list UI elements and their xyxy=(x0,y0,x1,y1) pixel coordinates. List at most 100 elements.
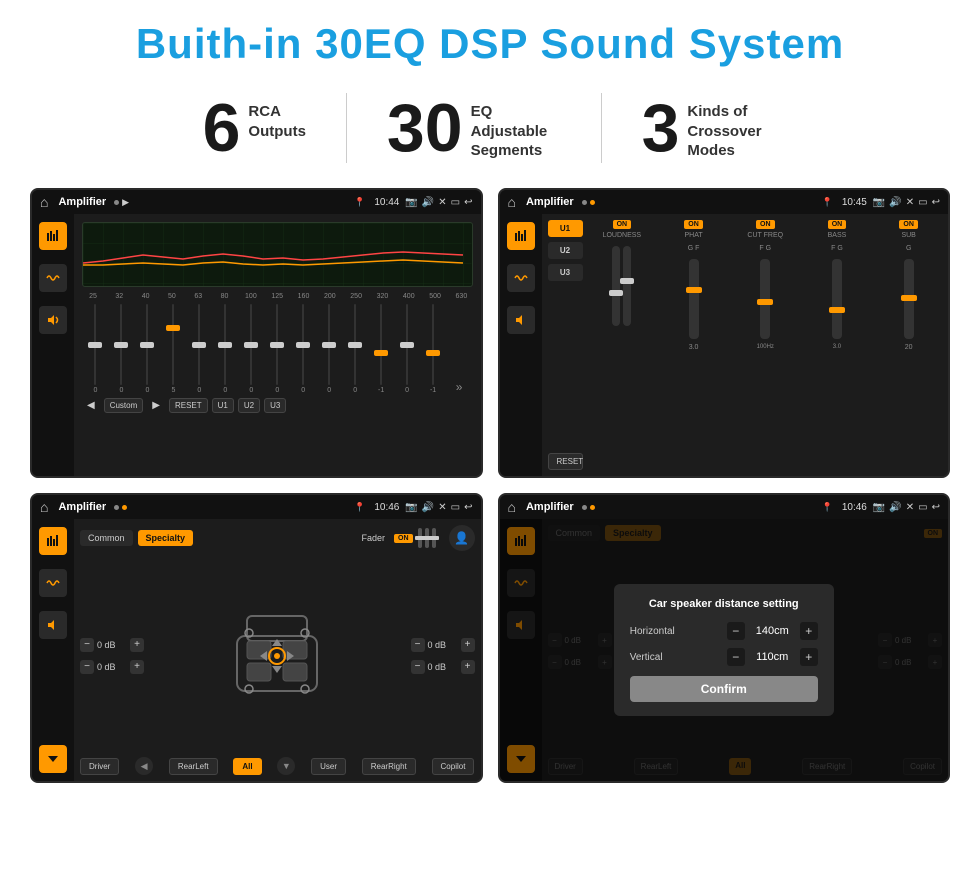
back-icon[interactable]: ↩ xyxy=(464,197,472,208)
amp-sub-on[interactable]: ON xyxy=(899,220,918,229)
cs-db-tr: 0 dB xyxy=(428,640,458,650)
eq-slider-7[interactable]: 0 xyxy=(240,304,263,394)
dialog-screen-title: Amplifier xyxy=(526,501,574,513)
cs-driver-btn[interactable]: Driver xyxy=(80,758,119,775)
cs-close-icon[interactable]: ✕ xyxy=(438,502,446,513)
dialog-vertical-minus[interactable]: − xyxy=(727,648,745,666)
amp-phat-on[interactable]: ON xyxy=(684,220,703,229)
eq-slider-11[interactable]: 0 xyxy=(344,304,367,394)
cs-minimize-icon[interactable]: ▭ xyxy=(451,502,460,513)
cs-sidebar-speaker[interactable] xyxy=(39,611,67,639)
dialog-confirm-button[interactable]: Confirm xyxy=(630,676,818,702)
minimize-icon[interactable]: ▭ xyxy=(451,197,460,208)
cs-plus-tr[interactable]: + xyxy=(461,638,475,652)
freq-125: 125 xyxy=(268,293,286,300)
avatar-icon[interactable]: 👤 xyxy=(449,525,475,551)
cs-specialty-tab[interactable]: Specialty xyxy=(138,530,194,546)
cs-plus-tl[interactable]: + xyxy=(130,638,144,652)
eq-u2-btn[interactable]: U2 xyxy=(238,398,260,413)
dialog-dot-1 xyxy=(582,505,587,510)
amp-u2-btn[interactable]: U2 xyxy=(548,242,583,259)
eq-status-bar: ⌂ Amplifier ▶ 📍 10:44 📷 🔊 ✕ ▭ ↩ xyxy=(32,190,481,214)
eq-play-btn[interactable]: ▶ xyxy=(147,398,165,413)
amp-reset-btn[interactable]: RESET xyxy=(548,453,583,470)
amp-loudness-on[interactable]: ON xyxy=(613,220,632,229)
cs-on-badge[interactable]: ON xyxy=(394,534,413,543)
eq-slider-6[interactable]: 0 xyxy=(214,304,237,394)
amp-cutfreq-g: G xyxy=(766,245,771,252)
eq-bottom-row: ◀ Custom ▶ RESET U1 U2 U3 xyxy=(82,398,473,413)
close-icon[interactable]: ✕ xyxy=(438,197,446,208)
amp-sidebar-wave[interactable] xyxy=(507,264,535,292)
cs-minus-tl[interactable]: − xyxy=(80,638,94,652)
eq-sidebar-icon-eq[interactable] xyxy=(39,222,67,250)
home-icon[interactable]: ⌂ xyxy=(40,194,48,210)
dialog-back-icon[interactable]: ↩ xyxy=(932,502,940,513)
cs-all-btn[interactable]: All xyxy=(233,758,261,775)
eq-slider-5[interactable]: 0 xyxy=(188,304,211,394)
eq-prev-btn[interactable]: ◀ xyxy=(82,398,100,413)
stat-crossover: 3 Kinds ofCrossover Modes xyxy=(602,94,818,162)
volume-icon: 🔊 xyxy=(422,197,434,208)
cs-user-btn[interactable]: User xyxy=(311,758,346,775)
amp-phat: ON PHAT G F 3.0 xyxy=(660,220,727,470)
cs-sidebar-expand[interactable] xyxy=(39,745,67,773)
cs-rearright-btn[interactable]: RearRight xyxy=(362,758,416,775)
amp-back-icon[interactable]: ↩ xyxy=(932,197,940,208)
eq-slider-10[interactable]: 0 xyxy=(318,304,341,394)
fader-slider-3[interactable] xyxy=(432,528,436,548)
eq-slider-1[interactable]: 0 xyxy=(84,304,107,394)
eq-slider-3[interactable]: 0 xyxy=(136,304,159,394)
dialog-right-icons: 📷 🔊 ✕ ▭ ↩ xyxy=(873,502,940,513)
amp-minimize-icon[interactable]: ▭ xyxy=(918,197,927,208)
dialog-horizontal-plus[interactable]: + xyxy=(800,622,818,640)
dialog-home-icon[interactable]: ⌂ xyxy=(508,499,516,515)
fader-slider-2[interactable] xyxy=(425,528,429,548)
eq-sidebar-icon-speaker[interactable] xyxy=(39,306,67,334)
cs-back-icon[interactable]: ↩ xyxy=(464,502,472,513)
eq-slider-2[interactable]: 0 xyxy=(110,304,133,394)
cs-minus-tr[interactable]: − xyxy=(411,638,425,652)
cs-arrow-down[interactable]: ▼ xyxy=(277,757,295,775)
dialog-vertical-plus[interactable]: + xyxy=(800,648,818,666)
fader-slider-1[interactable] xyxy=(418,528,422,548)
cs-common-tab[interactable]: Common xyxy=(80,530,133,546)
cs-minus-bl[interactable]: − xyxy=(80,660,94,674)
eq-expand-btn[interactable]: » xyxy=(448,380,471,394)
freq-250: 250 xyxy=(347,293,365,300)
stats-row: 6 RCAOutputs 30 EQ AdjustableSegments 3 … xyxy=(30,93,950,163)
eq-slider-14[interactable]: -1 xyxy=(422,304,445,394)
stat-crossover-number: 3 xyxy=(642,94,680,162)
eq-slider-4[interactable]: 5 xyxy=(162,304,185,394)
amp-cutfreq-on[interactable]: ON xyxy=(756,220,775,229)
eq-u3-btn[interactable]: U3 xyxy=(264,398,286,413)
eq-slider-9[interactable]: 0 xyxy=(292,304,315,394)
cs-sidebar-wave[interactable] xyxy=(39,569,67,597)
eq-sidebar-icon-wave[interactable] xyxy=(39,264,67,292)
eq-slider-8[interactable]: 0 xyxy=(266,304,289,394)
amp-u1-btn[interactable]: U1 xyxy=(548,220,583,237)
cs-plus-bl[interactable]: + xyxy=(130,660,144,674)
amp-bass-on[interactable]: ON xyxy=(828,220,847,229)
cs-copilot-btn[interactable]: Copilot xyxy=(432,758,475,775)
amp-sidebar-eq[interactable] xyxy=(507,222,535,250)
amp-u3-btn[interactable]: U3 xyxy=(548,264,583,281)
cs-screen-title: Amplifier xyxy=(58,501,106,513)
cs-plus-br[interactable]: + xyxy=(461,660,475,674)
cs-rearleft-btn[interactable]: RearLeft xyxy=(169,758,218,775)
eq-reset-btn[interactable]: RESET xyxy=(169,398,208,413)
eq-u1-btn[interactable]: U1 xyxy=(212,398,234,413)
amp-home-icon[interactable]: ⌂ xyxy=(508,194,516,210)
amp-sidebar-speaker[interactable] xyxy=(507,306,535,334)
dialog-minimize-icon[interactable]: ▭ xyxy=(918,502,927,513)
amp-close-icon[interactable]: ✕ xyxy=(906,197,914,208)
dialog-horizontal-minus[interactable]: − xyxy=(727,622,745,640)
cs-minus-br[interactable]: − xyxy=(411,660,425,674)
cs-arrow-left[interactable]: ◀ xyxy=(135,757,153,775)
dialog-horizontal-label: Horizontal xyxy=(630,626,675,637)
eq-slider-13[interactable]: 0 xyxy=(396,304,419,394)
cs-home-icon[interactable]: ⌂ xyxy=(40,499,48,515)
cs-sidebar-eq[interactable] xyxy=(39,527,67,555)
dialog-close-icon[interactable]: ✕ xyxy=(906,502,914,513)
eq-slider-12[interactable]: -1 xyxy=(370,304,393,394)
